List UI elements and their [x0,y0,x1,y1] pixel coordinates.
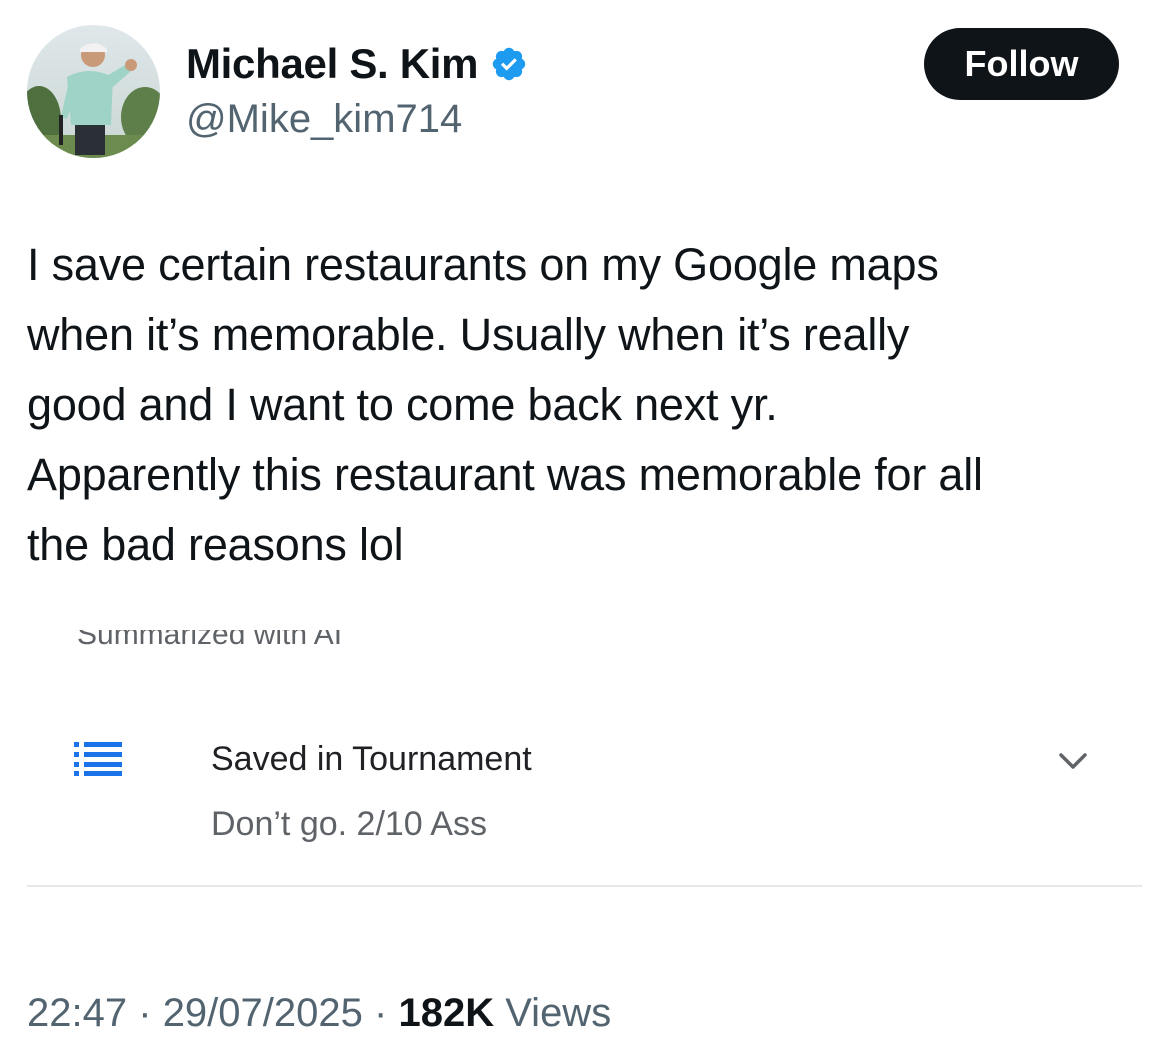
author-display-name[interactable]: Michael S. Kim [186,38,528,90]
tweet-line: good and I want to come back next yr. [27,379,778,430]
tweet-time[interactable]: 22:47 [27,991,127,1035]
avatar[interactable] [27,25,160,158]
chevron-down-icon [1059,753,1087,769]
tweet-line: Apparently this restaurant was memorable… [27,449,983,500]
tweet-line: I save certain restaurants on my Google … [27,239,939,290]
cut-off-caption-text: Summarized with AI [77,630,342,646]
tweet-date[interactable]: 29/07/2025 [163,991,363,1035]
divider [27,885,1142,887]
author-handle[interactable]: @Mike_kim714 [186,94,462,144]
tweet-meta: 22:47 · 29/07/2025 · 182K Views [27,988,611,1038]
cut-off-caption: Summarized with AI [77,630,342,646]
views-label: Views [505,991,612,1035]
tweet-line: the bad reasons lol [27,519,404,570]
saved-list-note: Don’t go. 2/10 Ass [211,805,487,843]
saved-list-title: Saved in Tournament [211,740,532,778]
follow-button[interactable]: Follow [924,28,1119,100]
meta-separator: · [138,991,152,1035]
tweet-text: I save certain restaurants on my Google … [27,230,1147,580]
meta-separator: · [374,991,388,1035]
golfer-avatar-image [27,25,160,158]
verified-badge-icon [493,47,526,81]
embedded-screenshot[interactable]: Summarized with AI Saved in Tournament D… [0,620,1170,890]
author-name-text: Michael S. Kim [186,40,479,87]
tweet-line: when it’s memorable. Usually when it’s r… [27,309,910,360]
views-count: 182K [398,991,495,1035]
list-icon [74,742,122,776]
